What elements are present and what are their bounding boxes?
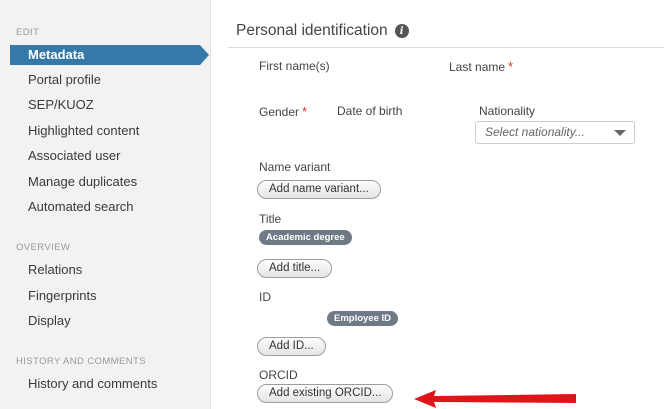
main-panel: Personal identification i First name(s) …	[222, 0, 668, 409]
sidebar-heading-edit: EDIT	[16, 27, 40, 38]
required-asterisk: *	[302, 104, 308, 119]
sidebar-item-highlighted-content[interactable]: Highlighted content	[10, 121, 200, 141]
sidebar-heading-history: HISTORY AND COMMENTS	[16, 356, 146, 367]
gender-label-text: Gender	[259, 105, 300, 119]
required-asterisk: *	[508, 59, 514, 74]
last-name-label-text: Last name	[449, 60, 506, 74]
id-badge: Employee ID	[327, 311, 399, 326]
sidebar-item-fingerprints[interactable]: Fingerprints	[10, 286, 200, 306]
sidebar: EDIT Metadata Portal profile SEP/KUOZ Hi…	[0, 0, 211, 409]
title-label: Title	[259, 212, 282, 226]
sidebar-heading-overview: OVERVIEW	[16, 242, 71, 253]
title-badge: Academic degree	[259, 230, 352, 245]
section-divider	[228, 47, 664, 48]
sidebar-item-automated-search[interactable]: Automated search	[10, 197, 200, 217]
first-name-label: First name(s)	[259, 59, 330, 73]
section-title-text: Personal identification	[236, 22, 388, 39]
sidebar-item-display[interactable]: Display	[10, 311, 200, 331]
sidebar-item-metadata[interactable]: Metadata	[10, 45, 209, 65]
chevron-down-icon	[614, 130, 626, 136]
nationality-select-value: Select nationality...	[485, 125, 585, 139]
add-orcid-button[interactable]: Add existing ORCID...	[257, 384, 394, 403]
sidebar-item-portal-profile[interactable]: Portal profile	[10, 70, 200, 90]
nationality-label: Nationality	[479, 104, 536, 118]
add-id-button[interactable]: Add ID...	[257, 337, 326, 356]
add-name-variant-button[interactable]: Add name variant...	[257, 180, 381, 199]
date-of-birth-label: Date of birth	[337, 104, 403, 118]
sidebar-item-manage-duplicates[interactable]: Manage duplicates	[10, 172, 200, 192]
id-label: ID	[259, 290, 271, 304]
sidebar-item-history-and-comments[interactable]: History and comments	[10, 374, 200, 394]
section-title: Personal identification i	[236, 22, 409, 40]
nationality-select[interactable]: Select nationality...	[475, 121, 635, 144]
gender-label: Gender *	[259, 104, 307, 119]
sidebar-item-associated-user[interactable]: Associated user	[10, 146, 200, 166]
info-icon[interactable]: i	[394, 24, 409, 38]
annotation-arrow-icon	[414, 390, 576, 408]
name-variant-label: Name variant	[259, 160, 331, 174]
sidebar-item-relations[interactable]: Relations	[10, 260, 200, 280]
last-name-label: Last name *	[449, 59, 513, 74]
add-title-button[interactable]: Add title...	[257, 259, 333, 278]
orcid-label: ORCID	[259, 368, 298, 382]
sidebar-item-sep-kuoz[interactable]: SEP/KUOZ	[10, 95, 200, 115]
